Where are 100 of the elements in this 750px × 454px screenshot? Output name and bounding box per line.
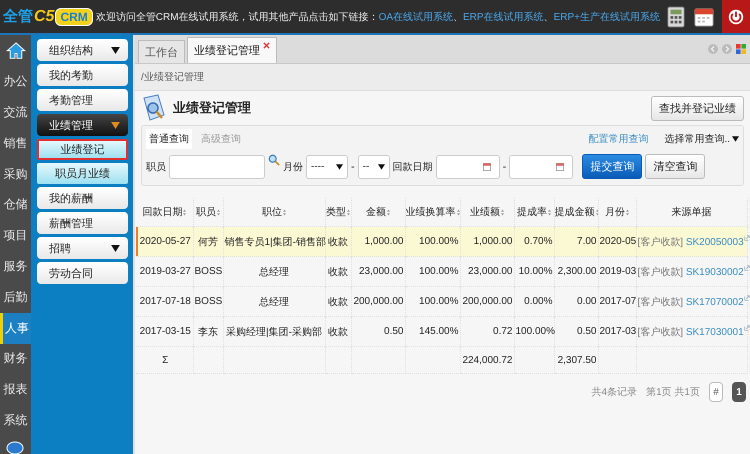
table-cell: 0.50	[351, 316, 405, 346]
module-tab[interactable]: 系统	[0, 405, 31, 436]
table-cell: 2020-05-27	[136, 226, 193, 256]
table-cell: 李东	[193, 316, 223, 346]
windows-icon[interactable]	[736, 44, 746, 54]
module-tab[interactable]: 交流	[0, 97, 31, 128]
table-row[interactable]: 2017-03-15 李东 采购经理|集团-采购部 收款 0.50 145.00% 0.72 100.00% 0.50 2017-03[客户收款] SK17030001	[136, 316, 747, 346]
query-tab[interactable]: 普通查询	[146, 129, 192, 149]
product-link[interactable]: ERP在线试用系统	[463, 10, 544, 24]
range-separator: -	[502, 160, 506, 172]
table-cell: 2020-05	[598, 226, 636, 256]
month-label: 月份	[283, 160, 303, 174]
external-link-icon[interactable]	[744, 234, 750, 240]
saved-query-dropdown[interactable]: 选择常用查询..	[664, 132, 739, 146]
product-link[interactable]: ERP+生产在线试用系统	[554, 10, 660, 24]
source-type: [客户收款]	[638, 326, 684, 338]
sort-icon[interactable]	[626, 208, 629, 216]
welcome-text: 欢迎访问全管CRM在线试用系统，试用其他产品点击如下链接：	[96, 10, 379, 24]
table-cell: 收款	[325, 226, 351, 256]
employee-label: 职员	[146, 160, 166, 174]
external-link-icon[interactable]	[744, 264, 750, 270]
module-tab[interactable]: 报表	[0, 374, 31, 406]
search-icon[interactable]	[268, 154, 280, 166]
table-cell: 收款	[325, 256, 351, 286]
previous-icon[interactable]	[708, 44, 718, 54]
table-cell: 总经理	[223, 256, 325, 286]
jump-page-button[interactable]: #	[709, 382, 723, 402]
submenu-item[interactable]: 职员月业绩	[37, 163, 128, 184]
table-row[interactable]: 2017-07-18 BOSS 总经理 收款 200,000.00 100.00% 200,000.00 0.00% 0.00 2017-07[客户收款] SK17070002	[136, 286, 747, 316]
menu-item[interactable]: 劳动合同	[37, 262, 128, 284]
table-cell: 收款	[325, 316, 351, 346]
sort-icon[interactable]	[217, 208, 220, 216]
sort-icon[interactable]	[501, 208, 504, 216]
clear-query-button[interactable]: 清空查询	[645, 154, 706, 179]
home-icon[interactable]	[6, 41, 26, 60]
calendar-icon[interactable]	[694, 6, 714, 28]
table-row[interactable]: 2019-03-27 BOSS 总经理 收款 23,000.00 100.00% 23,000.00 10.00% 2,300.00 2019-03[客户收款] SK19030002	[136, 256, 747, 286]
module-tab[interactable]: 后勤	[0, 282, 31, 313]
logo-product: CRM	[55, 8, 93, 26]
employee-field[interactable]	[169, 154, 265, 178]
table-cell: 100.00%	[405, 256, 460, 286]
record-count: 共4条记录	[592, 386, 638, 399]
module-tab[interactable]: 办公	[0, 66, 31, 98]
sort-icon[interactable]	[283, 208, 286, 216]
sort-icon[interactable]	[456, 208, 459, 216]
sort-icon[interactable]	[347, 208, 350, 216]
menu-item[interactable]: 我的考勤	[37, 64, 128, 86]
page-tab[interactable]: 工作台	[138, 40, 185, 63]
table-cell: 7.00	[554, 226, 598, 256]
table-cell: 采购经理|集团-采购部	[223, 316, 325, 346]
table-cell: 1,000.00	[460, 226, 514, 256]
table-cell: 2019-03-27	[136, 256, 193, 286]
sort-icon[interactable]	[548, 208, 551, 216]
end-date-field[interactable]	[509, 154, 574, 178]
menu-item[interactable]: 业绩管理	[37, 114, 128, 136]
menu-item[interactable]: 招聘	[37, 237, 128, 259]
next-icon[interactable]	[722, 44, 732, 54]
page-button[interactable]: 1	[732, 382, 746, 402]
table-cell: 0.00	[554, 286, 598, 316]
calculator-icon[interactable]	[666, 6, 686, 28]
page-tab[interactable]: 业绩登记管理	[187, 37, 277, 63]
menu-item[interactable]: 考勤管理	[37, 89, 128, 111]
table-cell: 100.00%	[514, 316, 554, 346]
dropdown-arrow-icon	[378, 164, 385, 170]
sum-symbol: Σ	[162, 354, 168, 366]
module-tab[interactable]: 采购	[0, 158, 31, 190]
table-row[interactable]: 2020-05-27 何芳 销售专员1|集团-销售部 收款 1,000.00 100.00% 1,000.00 0.70% 7.00 2020-05[客户收款] SK20050003	[136, 226, 747, 256]
table-cell: BOSS	[193, 256, 223, 286]
table-cell: 23,000.00	[351, 256, 405, 286]
close-icon[interactable]	[263, 42, 270, 49]
product-link[interactable]: OA在线试用系统	[378, 10, 454, 24]
start-date-field[interactable]	[436, 154, 500, 178]
submenu-item[interactable]: 业绩登记	[37, 139, 128, 160]
table-cell: 200,000.00	[351, 286, 405, 316]
chat-icon[interactable]	[6, 440, 26, 454]
table-cell: 2017-03	[598, 316, 636, 346]
external-link-icon[interactable]	[744, 324, 750, 330]
module-tab[interactable]: 销售	[0, 128, 31, 159]
menu-item[interactable]: 我的薪酬	[37, 187, 128, 209]
sort-icon[interactable]	[183, 208, 186, 216]
power-button[interactable]	[722, 0, 750, 33]
source-type: [客户收款]	[638, 236, 684, 248]
module-tab[interactable]: 财务	[0, 344, 31, 374]
table-cell: 0.72	[460, 316, 514, 346]
module-tab[interactable]: 仓储	[0, 190, 31, 220]
table-cell: 总经理	[223, 286, 325, 316]
sort-icon[interactable]	[387, 208, 390, 216]
module-tab[interactable]: 服务	[0, 251, 31, 282]
table-cell: 0.00%	[514, 286, 554, 316]
payment-date-label: 回款日期	[392, 160, 433, 174]
module-tab[interactable]: 人事	[0, 312, 31, 344]
module-tab[interactable]: 项目	[0, 220, 31, 252]
table-cell: 2017-07	[598, 286, 636, 316]
menu-item[interactable]: 薪酬管理	[37, 212, 128, 234]
external-link-icon[interactable]	[744, 294, 750, 300]
month-select[interactable]: --	[358, 154, 390, 178]
find-register-button[interactable]: 查找并登记业绩	[651, 96, 744, 120]
submit-query-button[interactable]: 提交查询	[582, 154, 642, 179]
year-select[interactable]: ----	[306, 154, 348, 178]
menu-item[interactable]: 组织结构	[37, 39, 128, 61]
